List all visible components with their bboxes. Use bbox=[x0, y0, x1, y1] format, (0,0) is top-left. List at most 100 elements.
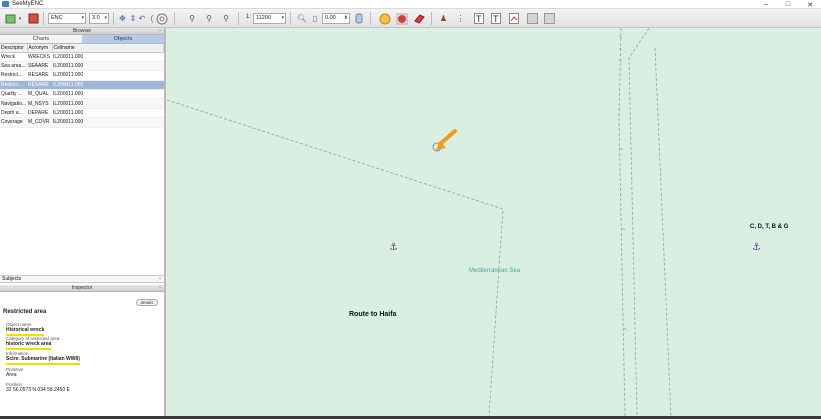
mode-select[interactable]: ENC ▾ bbox=[48, 13, 86, 24]
minimize-button[interactable]: – bbox=[755, 0, 777, 9]
zoom-out-button[interactable]: ⚲ bbox=[203, 12, 215, 25]
compass-icon bbox=[156, 13, 168, 24]
table-row[interactable]: Quality ... M_QUAL IL200011.000 bbox=[0, 89, 164, 100]
rotate-button[interactable]: ↶ bbox=[138, 12, 146, 25]
arrows-vertical-icon: ⇕ bbox=[129, 14, 137, 23]
zoom-area-icon: ⚲ bbox=[223, 14, 229, 23]
chart-map[interactable]: ⚓︎ ⚓︎ Route to Haifa Mediterranean Sea C… bbox=[167, 28, 821, 416]
zoom-out-icon: ⚲ bbox=[206, 14, 212, 23]
export-button[interactable] bbox=[543, 12, 555, 25]
table-row[interactable]: Wreck WRECKS IL200011.000 bbox=[0, 52, 164, 62]
open-button[interactable] bbox=[4, 12, 16, 25]
chevron-down-icon: ▾ bbox=[281, 15, 284, 21]
left-panel: Browser ▫ Charts Objects Descriptor Acro… bbox=[0, 28, 166, 416]
spinner-icon: ⬍ bbox=[343, 15, 348, 21]
eraser-button[interactable] bbox=[412, 12, 425, 25]
close-button[interactable]: ✕ bbox=[799, 0, 821, 9]
map-boundaries bbox=[167, 28, 672, 416]
column-header-descriptor[interactable]: Descriptor bbox=[0, 44, 28, 53]
browser-tabs: Charts Objects bbox=[0, 35, 164, 44]
pin-icon[interactable]: ▫ bbox=[159, 28, 161, 35]
search-button[interactable]: 🔍︎ bbox=[296, 12, 308, 25]
objects-table: Descriptor Acronym Cellname Wreck WRECKS I… bbox=[0, 44, 164, 128]
map-label-route: Route to Haifa bbox=[349, 311, 397, 318]
anchorage-icon[interactable]: ⚓︎ bbox=[389, 242, 398, 253]
circle-red-icon bbox=[396, 13, 407, 24]
up-down-button[interactable]: ⇕ bbox=[129, 12, 137, 25]
field-value-information: Scire: Submarine (Italian WWII) bbox=[6, 356, 80, 365]
inspector-header: Inspector ▫ bbox=[0, 285, 164, 292]
version-select[interactable]: 3.0 ▾ bbox=[89, 13, 109, 24]
circle-yellow-icon bbox=[379, 13, 390, 24]
tab-charts[interactable]: Charts bbox=[0, 35, 82, 43]
chart-icon bbox=[508, 13, 519, 24]
field-value-primitive: Area bbox=[6, 372, 17, 378]
text-button[interactable]: T bbox=[473, 12, 484, 25]
pan-icon: ✥ bbox=[119, 14, 126, 23]
pointer-arrow-icon bbox=[432, 129, 457, 152]
scale-prefix-label: 1: bbox=[246, 14, 252, 20]
ruler-button[interactable]: ▯ bbox=[311, 12, 319, 25]
svg-text:T: T bbox=[493, 14, 499, 24]
ruler-icon: ▯ bbox=[312, 14, 318, 23]
grid-icon: ⋮ bbox=[456, 14, 465, 23]
table-row[interactable]: Depth a... DEPARE IL200011.000 bbox=[0, 108, 164, 119]
print-button[interactable] bbox=[526, 12, 538, 25]
toolbar: ▾ ENC ▾ 3.0 ▾ ✥ ⇕ ↶ ( ⚲ ⚲ ⚲ 1: 11200 ▾ 🔍︎ ▯… bbox=[0, 9, 821, 28]
map-label-sea: Mediterranean Sea bbox=[469, 268, 521, 274]
details-button[interactable]: details bbox=[136, 299, 158, 306]
field-value-object-name: Historical wreck bbox=[6, 327, 45, 336]
browser-header: Browser ▫ bbox=[0, 28, 164, 35]
route-boundary-east bbox=[628, 28, 650, 416]
text-box-button[interactable]: T bbox=[490, 12, 501, 25]
pin-icon[interactable]: ▫ bbox=[159, 276, 161, 283]
title-bar: SeeMyENC bbox=[0, 0, 821, 9]
zoom-in-button[interactable]: ⚲ bbox=[186, 12, 198, 25]
person-button[interactable]: ♟ bbox=[438, 12, 449, 25]
tab-objects[interactable]: Objects bbox=[82, 35, 164, 43]
table-row[interactable]: Coverage M_COVR IL200011.000 bbox=[0, 117, 164, 128]
table-row-selected[interactable]: Restrict... RESARE IL200011.000 bbox=[0, 80, 164, 91]
maximize-button[interactable]: □ bbox=[777, 0, 799, 9]
zoom-in-icon: ⚲ bbox=[189, 14, 195, 23]
route-boundary-far-east bbox=[654, 47, 672, 416]
app-icon bbox=[2, 1, 9, 7]
route-boundary-west bbox=[618, 28, 626, 416]
save-button[interactable] bbox=[27, 12, 39, 25]
object-title: Restricted area bbox=[3, 309, 47, 315]
table-row[interactable]: Navigatio... M_NSYS IL200011.000 bbox=[0, 98, 164, 109]
eraser-icon bbox=[413, 13, 425, 24]
text-icon: T bbox=[473, 13, 484, 24]
layer-button[interactable] bbox=[354, 12, 364, 25]
field-value-category: historic wreck area bbox=[6, 341, 52, 350]
subjects-bar[interactable]: Subjects ▫ bbox=[0, 275, 164, 283]
chart-button[interactable] bbox=[508, 12, 519, 25]
rotate-icon: ↶ bbox=[138, 14, 146, 23]
pan-button[interactable]: ✥ bbox=[117, 12, 128, 25]
text-box-icon: T bbox=[490, 13, 501, 24]
scale-select[interactable]: 11200 ▾ bbox=[253, 13, 286, 24]
save-icon bbox=[28, 13, 38, 24]
open-dropdown-button[interactable]: ▾ bbox=[17, 12, 23, 25]
zoom-area-button[interactable]: ⚲ bbox=[220, 12, 232, 25]
column-header-acronym[interactable]: Acronym bbox=[27, 44, 53, 53]
compass-button[interactable] bbox=[155, 12, 169, 25]
column-header-cellname[interactable]: Cellname bbox=[52, 44, 164, 53]
anchorage-icon[interactable]: ⚓︎ bbox=[752, 242, 761, 253]
svg-text:T: T bbox=[476, 14, 482, 24]
field-value-position: 32 56.0573 N 034 58.2450 E bbox=[6, 387, 70, 393]
rotate-left-icon: ( bbox=[150, 14, 154, 23]
open-icon bbox=[5, 14, 15, 24]
table-row[interactable]: Sea area... SEAARE IL200011.000 bbox=[0, 61, 164, 72]
highlight-button[interactable] bbox=[378, 12, 391, 25]
record-button[interactable] bbox=[395, 12, 408, 25]
layer-icon bbox=[355, 13, 363, 24]
angle-input[interactable]: 0.00 ⬍ bbox=[322, 13, 350, 24]
pin-icon[interactable]: ▫ bbox=[159, 285, 161, 292]
grid-button[interactable]: ⋮ bbox=[455, 12, 466, 25]
search-icon: 🔍︎ bbox=[296, 14, 308, 23]
window-title: SeeMyENC bbox=[12, 1, 44, 7]
chevron-down-icon: ▾ bbox=[104, 15, 107, 21]
map-label-cdtbg: C, D, T, B & G bbox=[750, 224, 789, 230]
table-row[interactable]: Restrict... RESARE IL200011.000 bbox=[0, 70, 164, 81]
